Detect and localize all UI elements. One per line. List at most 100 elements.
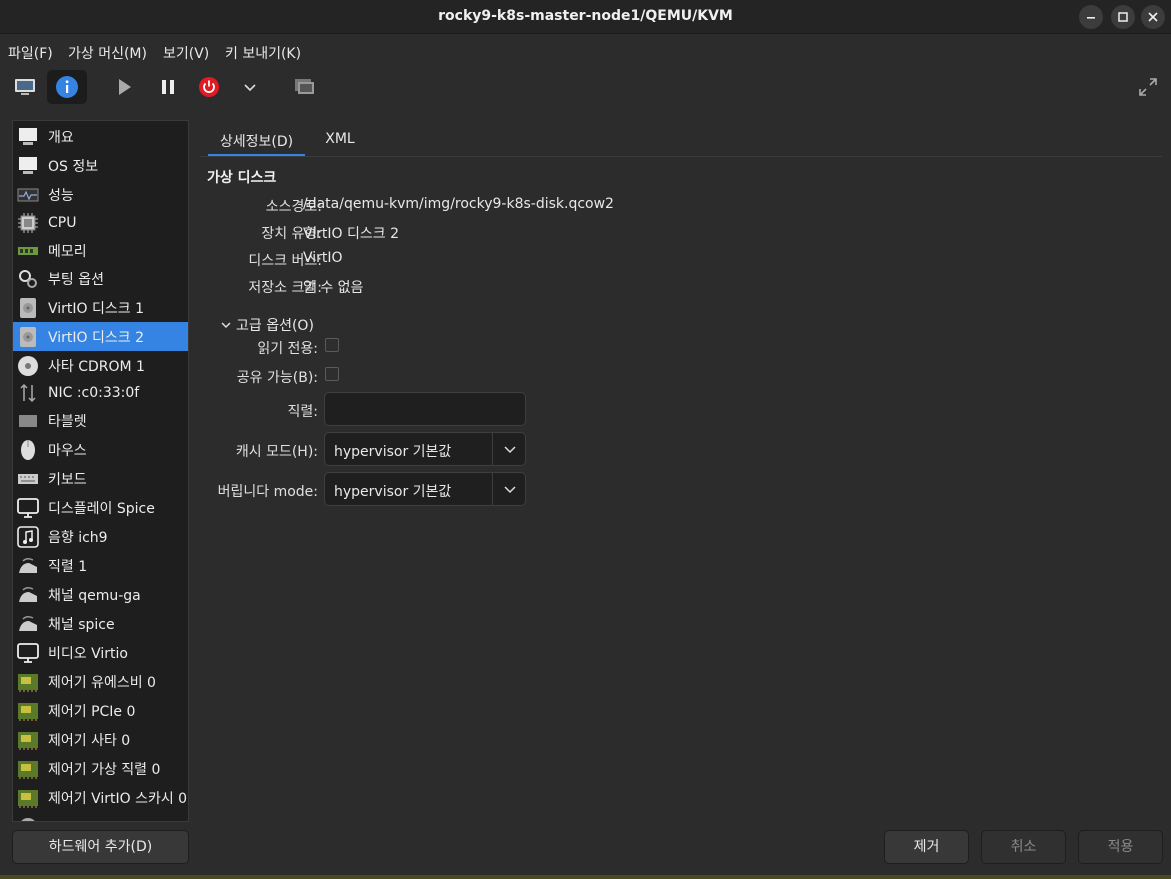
monitor-icon (15, 79, 35, 95)
chevron-down-icon (221, 322, 231, 329)
shutdown-button[interactable] (189, 70, 229, 104)
sidebar-item-controller-sata-0[interactable]: 제어기 사타 0 (13, 725, 188, 754)
close-button[interactable] (1141, 5, 1165, 29)
menu-file[interactable]: 파일(F) (8, 43, 53, 63)
controller-icon (16, 729, 40, 751)
os-info-icon (16, 155, 40, 177)
performance-icon (16, 184, 40, 206)
cache-mode-value: hypervisor 기본값 (334, 444, 452, 460)
controller-icon (16, 700, 40, 722)
snapshot-icon (295, 79, 314, 94)
hardware-list: 개요 OS 정보 성능 CPU 메모리 부팅 옵션 VirtIO 디스크 1 V… (12, 120, 189, 822)
sidebar-item-cpu[interactable]: CPU (13, 208, 188, 237)
serial-label: 직렬: (287, 404, 318, 420)
sidebar-item-os-info[interactable]: OS 정보 (13, 151, 188, 180)
cache-mode-select[interactable]: hypervisor 기본값 (324, 432, 526, 466)
sidebar-item-controller-usb-0[interactable]: 제어기 유에스비 0 (13, 667, 188, 696)
shareable-checkbox[interactable] (325, 367, 339, 381)
tablet-icon (16, 410, 40, 432)
storage-size-value: 알 수 없음 (303, 280, 364, 296)
close-icon (1148, 12, 1158, 22)
channel-icon (16, 584, 40, 606)
sidebar-item-serial-1[interactable]: 직렬 1 (13, 551, 188, 580)
minimize-button[interactable] (1079, 5, 1103, 29)
network-icon (16, 382, 40, 404)
fullscreen-icon (1139, 78, 1157, 96)
tab-xml[interactable]: XML (315, 125, 365, 157)
keyboard-icon (16, 468, 40, 490)
sidebar-item-controller-pcie-0[interactable]: 제어기 PCIe 0 (13, 696, 188, 725)
display-icon (16, 497, 40, 519)
sidebar-item-sound-ich9[interactable]: 음향 ich9 (13, 522, 188, 551)
sidebar-item-partial[interactable] (13, 812, 188, 821)
boot-options-icon (16, 268, 40, 290)
sidebar-item-virtio-disk-1[interactable]: VirtIO 디스크 1 (13, 293, 188, 322)
sidebar-item-keyboard[interactable]: 키보드 (13, 464, 188, 493)
menu-send-key[interactable]: 키 보내기(K) (225, 43, 301, 63)
video-icon (16, 642, 40, 664)
add-hardware-button[interactable]: 하드웨어 추가(D) (12, 830, 189, 864)
window-title: rocky9-k8s-master-node1/QEMU/KVM (438, 8, 733, 24)
minimize-icon (1087, 17, 1095, 19)
cancel-button[interactable]: 취소 (981, 830, 1066, 864)
advanced-options-label: 고급 옵션(O) (236, 318, 314, 334)
chevron-down-icon (244, 84, 256, 92)
run-button[interactable] (104, 70, 144, 104)
shutdown-menu-button[interactable] (230, 70, 270, 104)
overview-icon (16, 126, 40, 148)
toolbar (0, 67, 1171, 109)
channel-icon (16, 613, 40, 635)
apply-button[interactable]: 적용 (1078, 830, 1163, 864)
controller-icon (16, 758, 40, 780)
pause-button[interactable] (148, 70, 188, 104)
fullscreen-button[interactable] (1128, 70, 1168, 104)
desktop-strip (0, 875, 1171, 879)
play-icon (119, 79, 131, 95)
cache-mode-label: 캐시 모드(H): (235, 444, 318, 460)
shareable-label: 공유 가능(B): (236, 370, 318, 386)
source-path-value: /data/qemu-kvm/img/rocky9-k8s-disk.qcow2 (303, 196, 614, 212)
remove-button[interactable]: 제거 (884, 830, 969, 864)
readonly-label: 읽기 전용: (257, 341, 318, 357)
controller-icon (16, 787, 40, 809)
sidebar-item-channel-qemu-ga[interactable]: 채널 qemu-ga (13, 580, 188, 609)
usb-redirect-icon (16, 816, 40, 821)
discard-mode-select[interactable]: hypervisor 기본값 (324, 472, 526, 506)
menu-bar: 파일(F) 가상 머신(M) 보기(V) 키 보내기(K) (0, 35, 1171, 67)
console-button[interactable] (5, 70, 45, 104)
sidebar-item-controller-virtual-serial-0[interactable]: 제어기 가상 직렬 0 (13, 754, 188, 783)
sidebar-item-video-virtio[interactable]: 비디오 Virtio (13, 638, 188, 667)
sidebar-item-memory[interactable]: 메모리 (13, 236, 188, 265)
discard-mode-label: 버립니다 mode: (217, 484, 318, 500)
sidebar-item-overview[interactable]: 개요 (13, 122, 188, 151)
sidebar-item-nic[interactable]: NIC :c0:33:0f (13, 378, 188, 407)
details-panel: 상세정보(D) XML 가상 디스크 소스경로: /data/qemu-kvm/… (200, 120, 1162, 822)
tab-details[interactable]: 상세정보(D) (208, 125, 305, 157)
cdrom-icon (16, 355, 40, 377)
mouse-icon (16, 439, 40, 461)
sidebar-item-sata-cdrom-1[interactable]: 사타 CDROM 1 (13, 351, 188, 380)
advanced-options-expander[interactable]: 고급 옵션(O) (220, 315, 314, 335)
serial-icon (16, 555, 40, 577)
menu-vm[interactable]: 가상 머신(M) (68, 43, 147, 63)
serial-input[interactable] (324, 392, 526, 426)
disk-icon (16, 297, 40, 319)
info-icon (56, 76, 78, 98)
snapshots-button[interactable] (284, 70, 324, 104)
chevron-down-icon (504, 486, 516, 494)
details-button[interactable] (47, 70, 87, 104)
sidebar-item-boot-options[interactable]: 부팅 옵션 (13, 264, 188, 293)
sidebar-item-tablet[interactable]: 타블렛 (13, 406, 188, 435)
sidebar-item-mouse[interactable]: 마우스 (13, 435, 188, 464)
maximize-button[interactable] (1111, 5, 1135, 29)
sidebar-item-virtio-disk-2[interactable]: VirtIO 디스크 2 (13, 322, 188, 351)
readonly-checkbox[interactable] (325, 338, 339, 352)
sidebar-item-performance[interactable]: 성능 (13, 180, 188, 209)
sidebar-item-controller-virtio-scsi-0[interactable]: 제어기 VirtIO 스카시 0 (13, 783, 188, 812)
sidebar-item-display-spice[interactable]: 디스플레이 Spice (13, 493, 188, 522)
discard-mode-value: hypervisor 기본값 (334, 484, 452, 500)
chevron-down-icon (504, 446, 516, 454)
sidebar-item-channel-spice[interactable]: 채널 spice (13, 609, 188, 638)
device-type-value: VirtIO 디스크 2 (303, 226, 400, 242)
menu-view[interactable]: 보기(V) (163, 43, 209, 63)
